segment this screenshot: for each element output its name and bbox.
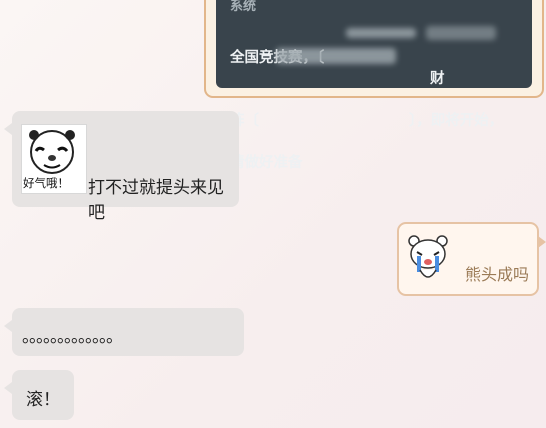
message-text: 滚！ [26,390,60,410]
redacted-blur [346,28,416,38]
sticker-caption: 好气哦！ [23,176,69,190]
system-announcement-card: 系统 全国竞技赛，〔财 阵〔〕，即将开始， 请做好准备 [204,0,544,171]
message-bubble-left[interactable]: 好气哦！ 打不过就提头来见吧 [4,111,239,223]
message-text: 打不过就提头来见吧 [88,178,224,223]
message-text: 熊头成吗 [465,265,530,284]
message-bubble-right[interactable]: 熊头成吗 [397,222,546,296]
message-bubble-left[interactable]: 滚！ [4,370,74,420]
system-line-2-end: 〕，即将开始， [409,112,504,129]
system-line-1-end: 财 [430,70,445,87]
message-text: 。。。。。。。。。。。。。 [22,327,123,347]
system-announcement-panel: 系统 全国竞技赛，〔财 阵〔〕，即将开始， 请做好准备 [216,0,532,171]
redacted-blur [276,48,396,64]
redacted-blur [426,26,496,40]
system-sender-label: 系统 [230,0,257,14]
panda-meme-sticker-icon: 好气哦！ [21,124,87,194]
message-bubble-left[interactable]: 。。。。。。。。。。。。。 [4,308,244,356]
system-line-3: 请做好准备 [230,154,303,171]
crying-bear-sticker-icon [406,232,450,286]
